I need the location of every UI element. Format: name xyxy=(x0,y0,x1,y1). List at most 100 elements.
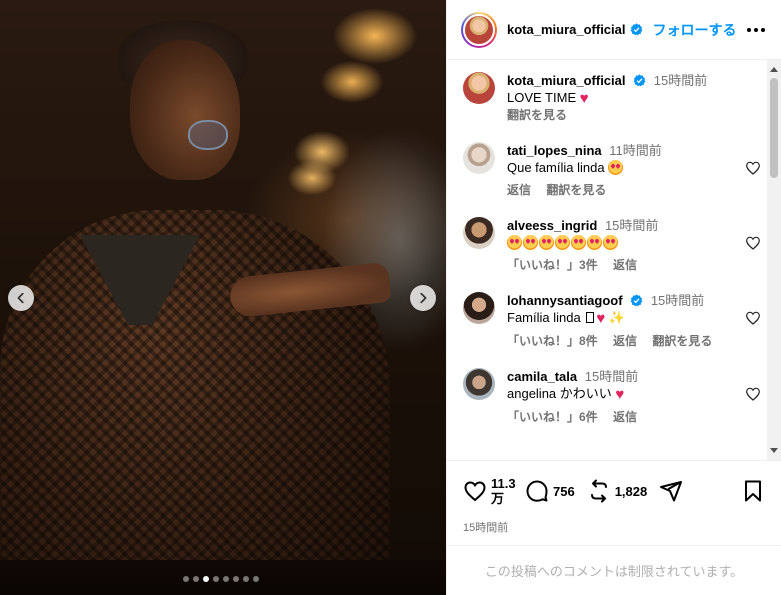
scroll-thumb[interactable] xyxy=(770,78,778,178)
comment-likes-count[interactable]: 「いいね！」6件 xyxy=(507,410,598,424)
carousel-dot xyxy=(193,576,199,582)
heart-eyes-emoji-icon xyxy=(523,235,538,250)
comment-text: angelina かわいい xyxy=(507,386,612,401)
author-avatar[interactable] xyxy=(461,11,497,48)
heart-eyes-emoji-icon xyxy=(571,235,586,250)
caption-time[interactable]: 15時間前 xyxy=(654,73,707,88)
carousel-dot xyxy=(243,576,249,582)
caption-username[interactable]: kota_miura_official xyxy=(507,73,626,88)
comment-like-heart-icon[interactable] xyxy=(745,386,761,402)
comment-like-heart-icon[interactable] xyxy=(745,235,761,251)
heart-icon xyxy=(464,481,486,502)
carousel-indicator xyxy=(183,576,259,582)
comment-item: tati_lopes_nina 11時間前 Que família linda … xyxy=(463,142,760,199)
more-options-icon[interactable] xyxy=(743,24,769,36)
heart-eyes-emoji-icon xyxy=(587,235,602,250)
carousel-dot xyxy=(203,576,209,582)
comment-username[interactable]: camila_tala xyxy=(507,369,577,384)
carousel-dot xyxy=(253,576,259,582)
comment-text: Família linda xyxy=(507,310,581,325)
comments-scrollbar[interactable] xyxy=(767,60,781,460)
comment-like-heart-icon[interactable] xyxy=(745,310,761,326)
caption-text: LOVE TIME xyxy=(507,90,577,105)
sparkle-emoji-icon: ✨ xyxy=(608,310,626,325)
share-count: 1,828 xyxy=(614,483,648,499)
comment-time[interactable]: 11時間前 xyxy=(609,143,662,158)
carousel-dot xyxy=(213,576,219,582)
comment-button[interactable]: 756 xyxy=(525,479,575,503)
commenter-avatar[interactable] xyxy=(463,292,495,324)
carousel-dot xyxy=(233,576,239,582)
comment-username[interactable]: alveess_ingrid xyxy=(507,218,597,233)
comment-text: Que família linda xyxy=(507,160,605,175)
post-caption: kota_miura_official 15時間前 LOVE TIME ♥ 翻訳… xyxy=(463,72,753,124)
comment-reply-link[interactable]: 返信 xyxy=(613,258,637,272)
comment-bubble-icon xyxy=(526,480,548,502)
post-header: kota_miura_official フォローする xyxy=(447,0,781,60)
bookmark-icon xyxy=(745,480,761,502)
scroll-up-arrow-icon[interactable] xyxy=(770,67,778,72)
comment-time[interactable]: 15時間前 xyxy=(605,218,658,233)
caption-translate-link[interactable]: 翻訳を見る xyxy=(507,107,753,124)
like-button[interactable]: 11.3 万 xyxy=(463,476,516,506)
comment-item: alveess_ingrid 15時間前 「いいね！」3件 返信 xyxy=(463,217,760,274)
like-count-number: 11.3 xyxy=(491,476,516,491)
send-button[interactable] xyxy=(659,479,683,503)
heart-eyes-emoji-icon xyxy=(539,235,554,250)
commenter-avatar[interactable] xyxy=(463,368,495,400)
comment-likes-count[interactable]: 「いいね！」8件 xyxy=(507,334,598,348)
heart-eyes-emoji-icon xyxy=(555,235,570,250)
comment-username[interactable]: tati_lopes_nina xyxy=(507,143,602,158)
post-photo[interactable] xyxy=(0,0,446,595)
scroll-down-arrow-icon[interactable] xyxy=(770,448,778,453)
carousel-dot xyxy=(183,576,189,582)
comment-reply-link[interactable]: 返信 xyxy=(613,410,637,424)
verified-badge-icon xyxy=(630,23,643,36)
comment-likes-count[interactable]: 「いいね！」3件 xyxy=(507,258,598,272)
carousel-next-button[interactable] xyxy=(410,285,436,311)
missing-glyph-icon xyxy=(586,312,595,323)
comments-restricted-notice: この投稿へのコメントは制限されています。 xyxy=(447,545,781,595)
comment-username[interactable]: lohannysantiagoof xyxy=(507,293,623,308)
commenter-avatar[interactable] xyxy=(463,217,495,249)
commenter-avatar[interactable] xyxy=(463,142,495,174)
post-actions: 11.3 万 756 1,828 15時間前 xyxy=(447,460,781,545)
chevron-right-icon xyxy=(420,292,427,304)
carousel-prev-button[interactable] xyxy=(8,285,34,311)
carousel-dot xyxy=(223,576,229,582)
comment-translate-link[interactable]: 翻訳を見る xyxy=(546,183,606,197)
save-button[interactable] xyxy=(741,479,765,503)
comment-text xyxy=(507,234,753,251)
comment-translate-link[interactable]: 翻訳を見る xyxy=(652,334,712,348)
comment-time[interactable]: 15時間前 xyxy=(585,369,638,384)
chevron-left-icon xyxy=(17,292,24,304)
heart-eyes-emoji-icon xyxy=(608,160,624,175)
comment-like-heart-icon[interactable] xyxy=(745,160,761,176)
caption-avatar[interactable] xyxy=(463,72,495,104)
like-count-unit: 万 xyxy=(491,491,505,506)
photo-subject-glasses xyxy=(188,120,228,150)
comment-reply-link[interactable]: 返信 xyxy=(507,183,531,197)
repost-button[interactable]: 1,828 xyxy=(587,479,648,503)
comment-item: camila_tala 15時間前 angelina かわいい ♥ 「いいね！」… xyxy=(463,368,760,426)
comments-list[interactable]: kota_miura_official 15時間前 LOVE TIME ♥ 翻訳… xyxy=(447,60,781,460)
heart-eyes-emoji-icon xyxy=(507,235,522,250)
heart-emoji-icon: ♥ xyxy=(596,310,606,327)
follow-button[interactable]: フォローする xyxy=(653,20,737,40)
repost-icon xyxy=(590,479,607,503)
post-side-panel: kota_miura_official フォローする kota_miura_of… xyxy=(446,0,781,595)
post-viewer: kota_miura_official フォローする kota_miura_of… xyxy=(0,0,781,595)
comment-reply-link[interactable]: 返信 xyxy=(613,334,637,348)
like-count[interactable]: 11.3 万 xyxy=(491,476,516,506)
verified-badge-icon xyxy=(630,294,643,307)
heart-emoji-icon: ♥ xyxy=(579,90,589,107)
heart-eyes-emoji-icon xyxy=(603,235,618,250)
verified-badge-icon xyxy=(633,74,646,87)
photo-subject-head xyxy=(130,40,240,180)
post-timestamp[interactable]: 15時間前 xyxy=(463,519,765,535)
comment-count: 756 xyxy=(553,483,575,499)
author-username[interactable]: kota_miura_official xyxy=(507,22,626,37)
comment-time[interactable]: 15時間前 xyxy=(651,293,704,308)
comment-item: lohannysantiagoof 15時間前 Família linda ♥ … xyxy=(463,292,760,350)
heart-emoji-icon: ♥ xyxy=(615,386,625,403)
